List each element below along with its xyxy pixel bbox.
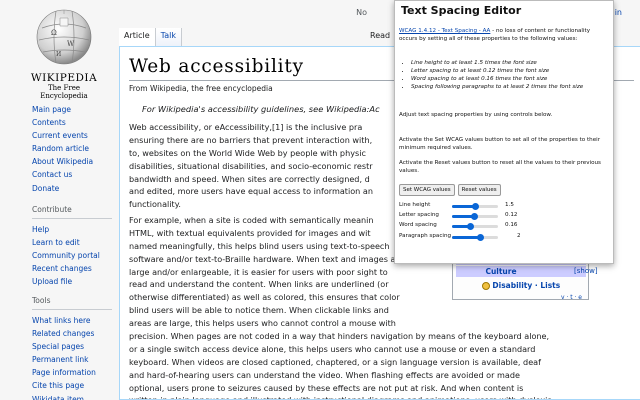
navbox-footer[interactable]: Disability · Lists (456, 281, 586, 290)
reset-values-text: Activate the Reset values button to rese… (399, 160, 601, 174)
sidebar-item-about-wikipedia[interactable]: About Wikipedia (32, 155, 93, 168)
personal-notice: No (356, 8, 368, 17)
popup-buttons: Set WCAG values Reset values (399, 184, 501, 196)
svg-text:W: W (67, 40, 75, 48)
svg-text:Ω: Ω (51, 29, 57, 37)
set-wcag-values-button[interactable]: Set WCAG values (399, 184, 455, 196)
slider-value: 0.16 (505, 222, 518, 228)
text-line: disabilities, situational disabilities, … (129, 160, 373, 171)
text-line: functionality. (129, 199, 181, 210)
sidebar-item-learn-to-edit[interactable]: Learn to edit (32, 236, 112, 249)
paragraph-intro: Web accessibility, or eAccessibility,[1]… (129, 121, 373, 211)
nav-heading-tools: Tools (32, 296, 112, 310)
sidebar-item-contents[interactable]: Contents (32, 116, 93, 129)
tab-read[interactable]: Read (370, 31, 390, 40)
slider-row-paragraph-spacing: Paragraph spacing 2 (399, 232, 611, 241)
text-line: ensuring there are no barriers that prev… (129, 134, 373, 145)
text-line: to, websites on the World Wide Web by pe… (129, 147, 366, 158)
slider-track[interactable] (452, 223, 498, 230)
slider-value: 2 (517, 233, 521, 239)
set-values-text: Activate the Set WCAG values button to s… (399, 137, 601, 151)
logo-wordmark: Wikipedia (30, 72, 98, 84)
slider-row-line-height: Line height 1.5 (399, 201, 611, 210)
sidebar-item-help[interactable]: Help (32, 223, 112, 236)
sidebar-item-what-links-here[interactable]: What links here (32, 314, 112, 327)
tab-talk[interactable]: Talk (155, 28, 182, 46)
text-line: written in plain language and illustrate… (129, 394, 552, 399)
slider-fill (452, 236, 480, 239)
tab-article[interactable]: Article (119, 28, 156, 46)
wcag-link[interactable]: WCAG 1.4.12 - Text Spacing - AA (399, 28, 490, 34)
slider-value: 0.12 (505, 212, 518, 218)
sidebar-item-special-pages[interactable]: Special pages (32, 340, 112, 353)
slider-handle[interactable] (476, 234, 484, 241)
text-line: keyboard. When videos are closed caption… (129, 356, 541, 367)
site-subtitle: From Wikipedia, the free encyclopedia (129, 84, 273, 93)
slider-label: Word spacing (399, 222, 437, 228)
wikipedia-logo[interactable]: Ω W И Wikipedia The Free Encyclopedia (28, 8, 100, 100)
slider-handle[interactable] (472, 203, 479, 210)
sidebar-item-random-article[interactable]: Random article (32, 142, 93, 155)
text-line: and edited, more users have equal access… (129, 186, 373, 197)
navbox-vte-links[interactable]: v · t · e (561, 294, 582, 301)
navbox-footer-label: Disability · Lists (492, 281, 561, 290)
sidebar-item-cite-this-page[interactable]: Cite this page (32, 379, 112, 392)
sidebar-item-current-events[interactable]: Current events (32, 129, 93, 142)
sidebar-item-recent-changes[interactable]: Recent changes (32, 262, 112, 275)
sidebar: Ω W И Wikipedia The Free Encyclopedia Ma… (0, 0, 120, 400)
hatnote: For Wikipedia's accessibility guidelines… (142, 104, 380, 114)
wcag-rule-item: Spacing following paragraphs to at least… (411, 83, 607, 91)
navbox-footer-icon (481, 282, 490, 290)
wcag-rule-item: Line height to at least 1.5 times the fo… (411, 59, 607, 67)
slider-track[interactable] (452, 234, 498, 241)
text-line: bandwidth and speed. When sites are corr… (129, 173, 370, 184)
text-line: precision. When pages are not coded in a… (129, 331, 550, 342)
wcag-rules-list: Line height to at least 1.5 times the fo… (411, 59, 607, 91)
svg-text:И: И (56, 51, 61, 58)
text-spacing-editor-popup: Text Spacing Editor WCAG 1.4.12 - Text S… (394, 0, 614, 264)
slider-row-letter-spacing: Letter spacing 0.12 (399, 211, 611, 220)
text-line: Web accessibility, or eAccessibility,[1]… (129, 122, 363, 132)
sidebar-item-main-page[interactable]: Main page (32, 103, 93, 116)
wcag-rule-item: Letter spacing to at least 0.12 times th… (411, 67, 607, 75)
logo-tagline: The Free Encyclopedia (40, 84, 88, 100)
slider-label: Paragraph spacing (399, 233, 452, 239)
slider-value: 1.5 (505, 202, 514, 208)
sidebar-item-page-information[interactable]: Page information (32, 366, 112, 379)
sidebar-item-contact-us[interactable]: Contact us (32, 168, 93, 181)
text-line: or a single switch access device alone, … (129, 343, 536, 354)
nav-tools: Tools What links here Related changes Spec… (32, 296, 112, 400)
slider-label: Line height (399, 202, 431, 208)
sidebar-item-wikidata-item[interactable]: Wikidata item (32, 393, 112, 400)
text-line: and hard-of-hearing users can understand… (129, 369, 520, 380)
namespace-tabs: Article Talk (119, 28, 182, 46)
slider-track[interactable] (452, 203, 498, 210)
navbox-row-label[interactable]: Culture (456, 266, 546, 277)
navbox-show-toggle[interactable]: [show] (574, 266, 598, 277)
sidebar-item-upload-file[interactable]: Upload file (32, 275, 112, 288)
text-line: areas are large, this helps users who ca… (129, 318, 396, 329)
slider-track[interactable] (452, 213, 498, 220)
sidebar-item-permanent-link[interactable]: Permanent link (32, 353, 112, 366)
popup-title: Text Spacing Editor (401, 4, 522, 17)
sidebar-item-related-changes[interactable]: Related changes (32, 327, 112, 340)
slider-handle[interactable] (467, 223, 475, 230)
wcag-rule-item: Word spacing to at least 0.16 times the … (411, 75, 607, 83)
nav-contribute: Contribute Help Learn to edit Community po… (32, 205, 112, 288)
popup-intro: WCAG 1.4.12 - Text Spacing - AA - no los… (399, 27, 607, 43)
sidebar-item-donate[interactable]: Donate (32, 182, 93, 195)
reset-values-button[interactable]: Reset values (457, 184, 501, 196)
nav-heading-contribute: Contribute (32, 205, 112, 219)
navbox-row: Culture [show] (456, 266, 598, 277)
sidebar-item-community-portal[interactable]: Community portal (32, 249, 112, 262)
page-title: Web accessibility (129, 56, 304, 77)
adjust-text: Adjust text spacing properties by using … (399, 112, 553, 118)
text-line: blind users will be able to notice them.… (129, 305, 389, 316)
nav-main: Main page Contents Current events Random ar… (32, 103, 93, 195)
text-line: optional, users prone to seizures caused… (129, 382, 524, 393)
puzzle-globe-icon: Ω W И (36, 9, 92, 65)
slider-label: Letter spacing (399, 212, 439, 218)
slider-row-word-spacing: Word spacing 0.16 (399, 221, 611, 230)
slider-handle[interactable] (471, 213, 479, 220)
